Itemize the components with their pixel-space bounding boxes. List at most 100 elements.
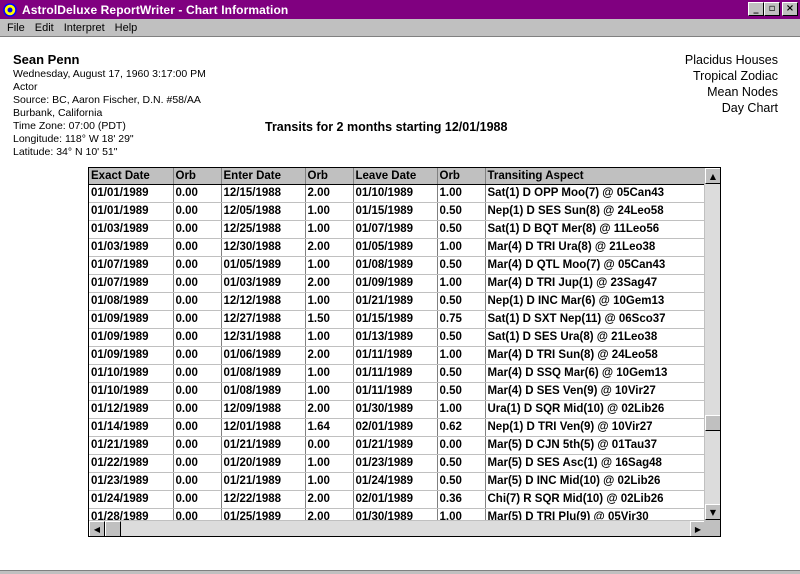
table-row[interactable]: 01/09/1989 0.00 12/31/1988 1.00 01/13/1989 0.… <box>89 328 707 347</box>
table-row[interactable]: 01/21/1989 0.00 01/21/1989 0.00 01/21/1989 0.… <box>89 436 707 455</box>
leave-orb-cell: 1.00 <box>437 400 486 419</box>
leave-orb-cell: 0.50 <box>437 256 486 275</box>
table-row[interactable]: 01/08/1989 0.00 12/12/1988 1.00 01/21/1989 0.… <box>89 292 707 311</box>
time-zone: Time Zone: 07:00 (PDT) <box>13 120 126 132</box>
orb-cell: 0.00 <box>173 292 222 311</box>
orb-cell: 0.00 <box>173 400 222 419</box>
aspect-cell: Mar(4) D QTL Moo(7) @ 05Can43 <box>485 256 707 275</box>
aspect-cell: Mar(4) D TRI Jup(1) @ 23Sag47 <box>485 274 707 293</box>
table-row[interactable]: 01/01/1989 0.00 12/05/1988 1.00 01/15/1989 0.… <box>89 202 707 221</box>
arrow-down-icon[interactable]: ▼ <box>705 504 720 520</box>
window-title: AstrolDeluxe ReportWriter - Chart Inform… <box>22 2 289 17</box>
transits-grid: Exact Date Orb Enter Date Orb Leave Date… <box>89 168 707 527</box>
occupation: Actor <box>13 81 38 93</box>
leave-date-cell: 01/13/1989 <box>353 328 438 347</box>
horizontal-scrollbar[interactable]: ◀ ▶ <box>89 520 706 536</box>
node-type: Mean Nodes <box>707 85 778 99</box>
enter-date-cell: 01/03/1989 <box>221 274 306 293</box>
enter-date-cell: 01/21/1989 <box>221 436 306 455</box>
col-leave-date[interactable]: Leave Date <box>353 168 438 185</box>
table-row[interactable]: 01/09/1989 0.00 01/06/1989 2.00 01/11/1989 1.… <box>89 346 707 365</box>
enter-date-cell: 12/30/1988 <box>221 238 306 257</box>
title-bar[interactable]: AstrolDeluxe ReportWriter - Chart Inform… <box>0 0 800 19</box>
col-orb[interactable]: Orb <box>173 168 222 185</box>
aspect-cell: Sat(1) D OPP Moo(7) @ 05Can43 <box>485 184 707 203</box>
birth-date: Wednesday, August 17, 1960 3:17:00 PM <box>13 68 206 80</box>
enter-date-cell: 01/06/1989 <box>221 346 306 365</box>
exact-date-cell: 01/24/1989 <box>89 490 174 509</box>
horizontal-scroll-thumb[interactable] <box>105 521 121 536</box>
leave-orb-cell: 0.50 <box>437 364 486 383</box>
col-leave-orb[interactable]: Orb <box>437 168 486 185</box>
enter-date-cell: 12/22/1988 <box>221 490 306 509</box>
aspect-cell: Mar(5) D INC Mid(10) @ 02Lib26 <box>485 472 707 491</box>
birth-info: Wednesday, August 17, 1960 3:17:00 PM Ac… <box>13 68 206 159</box>
enter-date-cell: 01/08/1989 <box>221 382 306 401</box>
leave-date-cell: 01/30/1989 <box>353 400 438 419</box>
scrollbar-corner <box>704 520 720 536</box>
orb-cell: 0.00 <box>173 436 222 455</box>
exact-date-cell: 01/14/1989 <box>89 418 174 437</box>
enter-orb-cell: 2.00 <box>305 400 354 419</box>
aspect-cell: Ura(1) D SQR Mid(10) @ 02Lib26 <box>485 400 707 419</box>
table-row[interactable]: 01/22/1989 0.00 01/20/1989 1.00 01/23/1989 0.… <box>89 454 707 473</box>
arrow-up-icon[interactable]: ▲ <box>705 168 720 184</box>
orb-cell: 0.00 <box>173 418 222 437</box>
status-bar <box>0 570 800 574</box>
aspect-cell: Mar(4) D TRI Sun(8) @ 24Leo58 <box>485 346 707 365</box>
table-row[interactable]: 01/10/1989 0.00 01/08/1989 1.00 01/11/1989 0.… <box>89 364 707 383</box>
enter-date-cell: 01/05/1989 <box>221 256 306 275</box>
table-row[interactable]: 01/07/1989 0.00 01/05/1989 1.00 01/08/1989 0.… <box>89 256 707 275</box>
menu-file[interactable]: File <box>2 22 30 34</box>
menu-help[interactable]: Help <box>110 22 143 34</box>
col-transiting-aspect[interactable]: Transiting Aspect <box>485 168 707 185</box>
table-row[interactable]: 01/12/1989 0.00 12/09/1988 2.00 01/30/1989 1.… <box>89 400 707 419</box>
enter-date-cell: 12/12/1988 <box>221 292 306 311</box>
aspect-cell: Mar(5) D SES Asc(1) @ 16Sag48 <box>485 454 707 473</box>
leave-orb-cell: 0.50 <box>437 328 486 347</box>
enter-date-cell: 12/25/1988 <box>221 220 306 239</box>
vertical-scrollbar[interactable]: ▲ ▼ <box>704 168 720 520</box>
table-row[interactable]: 01/23/1989 0.00 01/21/1989 1.00 01/24/1989 0.… <box>89 472 707 491</box>
arrow-left-icon[interactable]: ◀ <box>89 521 105 536</box>
enter-date-cell: 12/31/1988 <box>221 328 306 347</box>
close-button[interactable]: × <box>782 2 798 16</box>
table-row[interactable]: 01/10/1989 0.00 01/08/1989 1.00 01/11/1989 0.… <box>89 382 707 401</box>
leave-date-cell: 01/09/1989 <box>353 274 438 293</box>
col-exact-date[interactable]: Exact Date <box>89 168 174 185</box>
col-enter-date[interactable]: Enter Date <box>221 168 306 185</box>
minimize-button[interactable]: _ <box>748 2 764 16</box>
enter-orb-cell: 1.64 <box>305 418 354 437</box>
maximize-button[interactable]: ▫ <box>764 2 780 16</box>
menu-edit[interactable]: Edit <box>30 22 59 34</box>
col-enter-orb[interactable]: Orb <box>305 168 354 185</box>
menu-interpret[interactable]: Interpret <box>59 22 110 34</box>
table-row[interactable]: 01/14/1989 0.00 12/01/1988 1.64 02/01/1989 0.… <box>89 418 707 437</box>
exact-date-cell: 01/01/1989 <box>89 184 174 203</box>
table-row[interactable]: 01/07/1989 0.00 01/03/1989 2.00 01/09/1989 1.… <box>89 274 707 293</box>
astrology-app-icon[interactable] <box>2 2 18 18</box>
leave-orb-cell: 0.50 <box>437 472 486 491</box>
orb-cell: 0.00 <box>173 238 222 257</box>
table-row[interactable]: 01/03/1989 0.00 12/30/1988 2.00 01/05/1989 1.… <box>89 238 707 257</box>
aspect-cell: Mar(4) D SSQ Mar(6) @ 10Gem13 <box>485 364 707 383</box>
enter-date-cell: 01/21/1989 <box>221 472 306 491</box>
table-row[interactable]: 01/01/1989 0.00 12/15/1988 2.00 01/10/1989 1.… <box>89 184 707 203</box>
table-row[interactable]: 01/09/1989 0.00 12/27/1988 1.50 01/15/1989 0.… <box>89 310 707 329</box>
exact-date-cell: 01/12/1989 <box>89 400 174 419</box>
orb-cell: 0.00 <box>173 490 222 509</box>
orb-cell: 0.00 <box>173 382 222 401</box>
leave-orb-cell: 0.50 <box>437 454 486 473</box>
report-title: Transits for 2 months starting 12/01/198… <box>265 120 508 134</box>
leave-orb-cell: 0.75 <box>437 310 486 329</box>
transits-table[interactable]: Exact Date Orb Enter Date Orb Leave Date… <box>88 167 721 537</box>
leave-date-cell: 02/01/1989 <box>353 418 438 437</box>
vertical-scroll-thumb[interactable] <box>705 415 720 431</box>
aspect-cell: Nep(1) D TRI Ven(9) @ 10Vir27 <box>485 418 707 437</box>
person-name: Sean Penn <box>13 52 80 67</box>
enter-orb-cell: 1.00 <box>305 292 354 311</box>
aspect-cell: Mar(4) D TRI Ura(8) @ 21Leo38 <box>485 238 707 257</box>
table-row[interactable]: 01/24/1989 0.00 12/22/1988 2.00 02/01/1989 0.… <box>89 490 707 509</box>
latitude: Latitude: 34° N 10' 51" <box>13 146 118 158</box>
table-row[interactable]: 01/03/1989 0.00 12/25/1988 1.00 01/07/1989 0.… <box>89 220 707 239</box>
